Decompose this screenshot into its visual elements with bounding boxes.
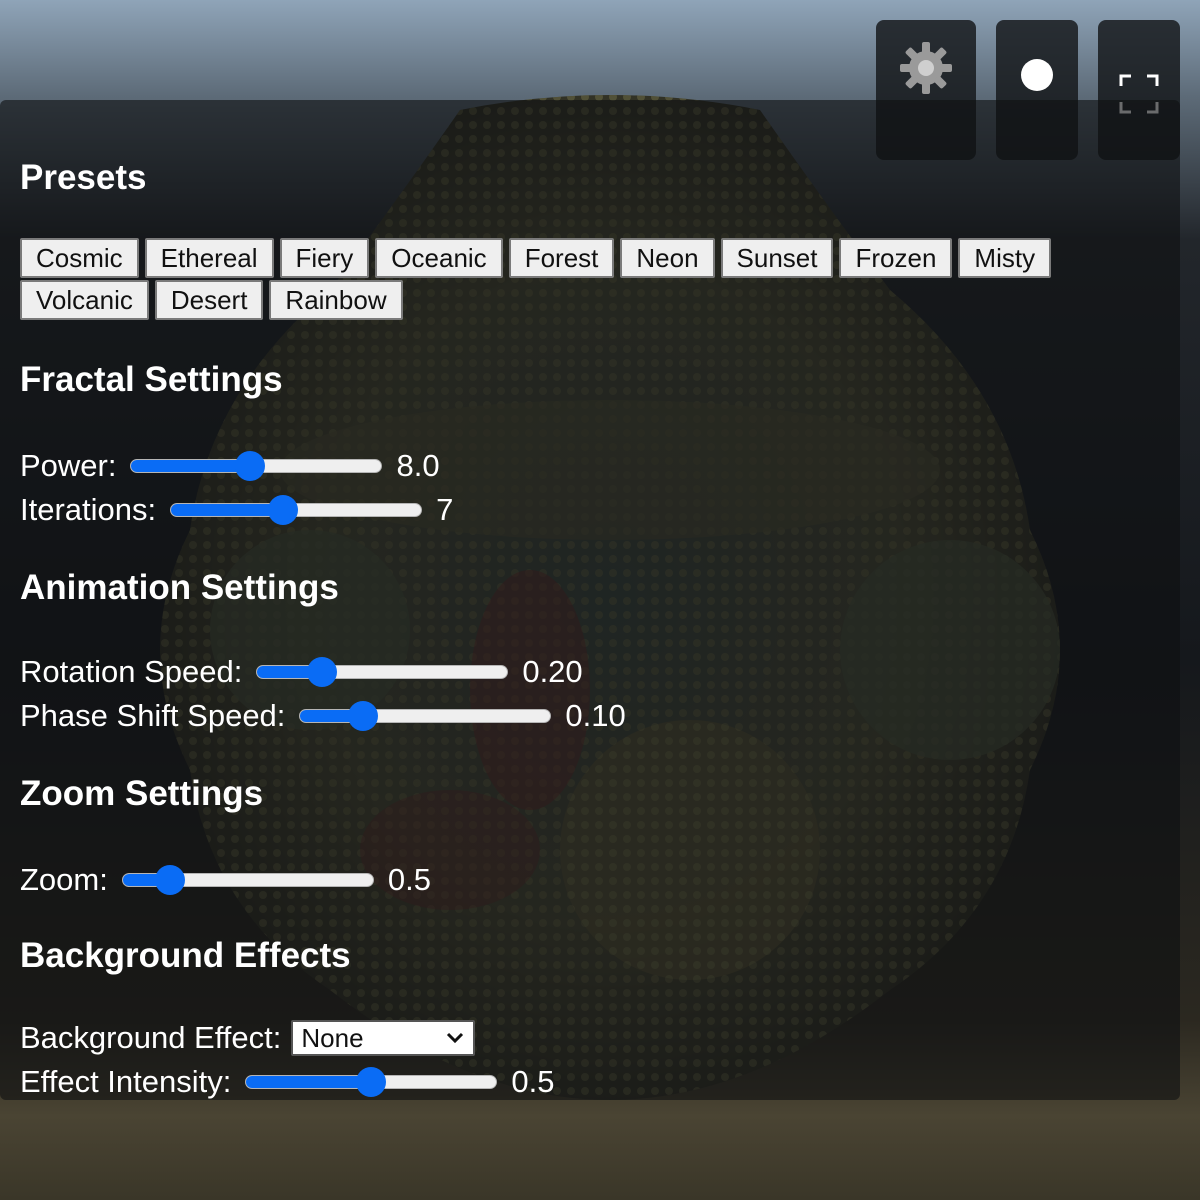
preset-button-fiery[interactable]: Fiery [279, 238, 370, 278]
zoom-value: 0.5 [387, 862, 431, 897]
preset-button-rainbow[interactable]: Rainbow [269, 280, 403, 320]
iterations-value: 7 [436, 492, 454, 527]
preset-button-forest[interactable]: Forest [508, 238, 615, 278]
background-effect-row: Background Effect: None [20, 1018, 476, 1058]
rotation-speed-label: Rotation Speed: [20, 654, 243, 689]
background-effects-heading: Background Effects [20, 936, 351, 975]
preset-buttons: Cosmic Ethereal Fiery Oceanic Forest Neon Suns… [20, 238, 1090, 322]
phase-shift-speed-slider[interactable] [299, 701, 552, 731]
rotation-speed-slider[interactable] [256, 657, 509, 687]
chevron-down-icon [447, 1032, 464, 1044]
background-effect-label: Background Effect: [20, 1020, 282, 1055]
power-value: 8.0 [396, 448, 440, 483]
rotation-speed-row: Rotation Speed: 0.20 [20, 652, 583, 692]
phase-shift-speed-value: 0.10 [565, 698, 626, 733]
preset-button-oceanic[interactable]: Oceanic [375, 238, 503, 278]
background-effect-selected: None [301, 1023, 364, 1053]
preset-button-desert[interactable]: Desert [154, 280, 264, 320]
presets-heading: Presets [20, 158, 147, 197]
preset-button-sunset[interactable]: Sunset [720, 238, 834, 278]
phase-shift-speed-row: Phase Shift Speed: 0.10 [20, 696, 626, 736]
preset-button-frozen[interactable]: Frozen [839, 238, 953, 278]
zoom-slider[interactable] [121, 865, 374, 895]
iterations-slider[interactable] [170, 495, 423, 525]
animation-settings-heading: Animation Settings [20, 568, 339, 607]
zoom-row: Zoom: 0.5 [20, 860, 431, 900]
phase-shift-speed-label: Phase Shift Speed: [20, 698, 286, 733]
preset-button-volcanic[interactable]: Volcanic [20, 280, 149, 320]
effect-intensity-row: Effect Intensity: 0.5 [20, 1062, 554, 1102]
background-effect-select[interactable]: None [291, 1020, 476, 1056]
effect-intensity-slider[interactable] [245, 1067, 498, 1097]
preset-button-cosmic[interactable]: Cosmic [20, 238, 139, 278]
power-row: Power: 8.0 [20, 446, 440, 486]
iterations-label: Iterations: [20, 492, 157, 527]
rotation-speed-value: 0.20 [522, 654, 583, 689]
power-label: Power: [20, 448, 117, 483]
fractal-settings-heading: Fractal Settings [20, 360, 283, 399]
preset-button-ethereal[interactable]: Ethereal [144, 238, 274, 278]
effect-intensity-value: 0.5 [511, 1064, 555, 1099]
preset-button-neon[interactable]: Neon [620, 238, 715, 278]
preset-button-misty[interactable]: Misty [958, 238, 1052, 278]
iterations-row: Iterations: 7 [20, 490, 453, 530]
control-panel: Presets Cosmic Ethereal Fiery Oceanic Forest… [0, 100, 1180, 1100]
record-icon [1021, 59, 1053, 91]
zoom-settings-heading: Zoom Settings [20, 774, 264, 813]
power-slider[interactable] [130, 451, 383, 481]
zoom-label: Zoom: [20, 862, 108, 897]
effect-intensity-label: Effect Intensity: [20, 1064, 232, 1099]
gear-icon [900, 42, 952, 94]
